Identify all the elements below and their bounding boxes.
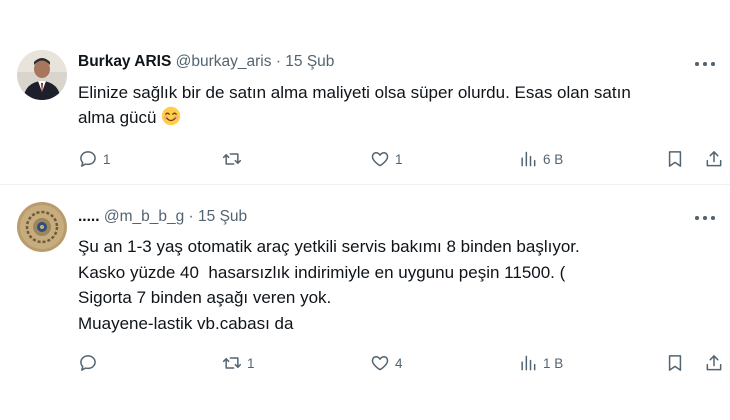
retweet-button[interactable] — [222, 147, 247, 171]
tweet-header: Burkay ARIS @burkay_aris · 15 Şub — [78, 53, 334, 71]
reply-count: 1 — [103, 151, 111, 167]
like-button[interactable]: 4 — [370, 351, 403, 375]
author-name[interactable]: Burkay ARIS — [78, 53, 171, 70]
tweet-actions: 1 1 6 B — [0, 147, 730, 171]
tweet-text-line: Şu an 1-3 yaş otomatik araç yetkili serv… — [78, 237, 580, 256]
retweet-button[interactable]: 1 — [222, 351, 255, 375]
share-button[interactable] — [704, 351, 724, 375]
more-options-icon[interactable] — [694, 57, 716, 71]
views-count: 1 B — [543, 355, 564, 371]
tweet[interactable]: Burkay ARIS @burkay_aris · 15 Şub Eliniz… — [0, 0, 730, 185]
tweet-text-line: Muayene-lastik vb.cabası da — [78, 313, 294, 333]
author-name[interactable]: ..... — [78, 208, 100, 225]
retweet-count: 1 — [247, 355, 255, 371]
bookmark-icon — [668, 355, 682, 371]
retweet-icon — [222, 153, 242, 165]
author-handle[interactable]: @burkay_aris — [176, 53, 272, 70]
bookmark-button[interactable] — [665, 147, 685, 171]
reply-icon — [80, 151, 96, 167]
like-button[interactable]: 1 — [370, 147, 403, 171]
reply-icon — [80, 355, 96, 371]
tweet-text-line: Sigorta 7 binden aşağı veren yok. — [78, 288, 332, 307]
views-chart-icon — [521, 355, 536, 371]
separator: · — [275, 53, 281, 70]
more-options-icon[interactable] — [694, 211, 716, 225]
tweet-date[interactable]: 15 Şub — [285, 53, 334, 70]
tweet[interactable]: ..... @m_b_b_g · 15 Şub Şu an 1-3 yaş ot… — [0, 186, 730, 420]
retweet-icon — [222, 357, 242, 369]
views-chart-icon — [521, 151, 536, 167]
tweet-text: Elinize sağlık bir de satın alma maliyet… — [78, 80, 718, 130]
tweet-text-line: Kasko yüzde 40 hasarsızlık indirimiyle e… — [78, 262, 566, 282]
author-handle[interactable]: @m_b_b_g — [104, 208, 184, 225]
bookmark-button[interactable] — [665, 351, 685, 375]
share-icon — [706, 151, 722, 167]
share-icon — [706, 355, 722, 371]
tweet-text: Şu an 1-3 yaş otomatik araç yetkili serv… — [78, 234, 718, 336]
like-count: 1 — [395, 151, 403, 167]
tweet-header: ..... @m_b_b_g · 15 Şub — [78, 208, 247, 226]
avatar[interactable] — [17, 50, 67, 100]
heart-icon — [371, 152, 389, 167]
tweet-actions: 1 4 1 B — [0, 351, 730, 375]
share-button[interactable] — [704, 147, 724, 171]
avatar[interactable] — [17, 202, 67, 252]
smiling-face-icon — [161, 106, 181, 126]
heart-icon — [371, 356, 389, 371]
reply-button[interactable] — [78, 351, 103, 375]
bookmark-icon — [668, 151, 682, 167]
reply-button[interactable]: 1 — [78, 147, 111, 171]
views-button[interactable]: 1 B — [518, 351, 563, 375]
views-button[interactable]: 6 B — [518, 147, 563, 171]
like-count: 4 — [395, 355, 403, 371]
tweet-text-line: Elinize sağlık bir de satın alma maliyet… — [78, 83, 631, 102]
separator: · — [188, 208, 194, 225]
tweet-date[interactable]: 15 Şub — [198, 208, 247, 225]
tweet-text-line: alma gücü — [78, 108, 157, 127]
views-count: 6 B — [543, 151, 564, 167]
